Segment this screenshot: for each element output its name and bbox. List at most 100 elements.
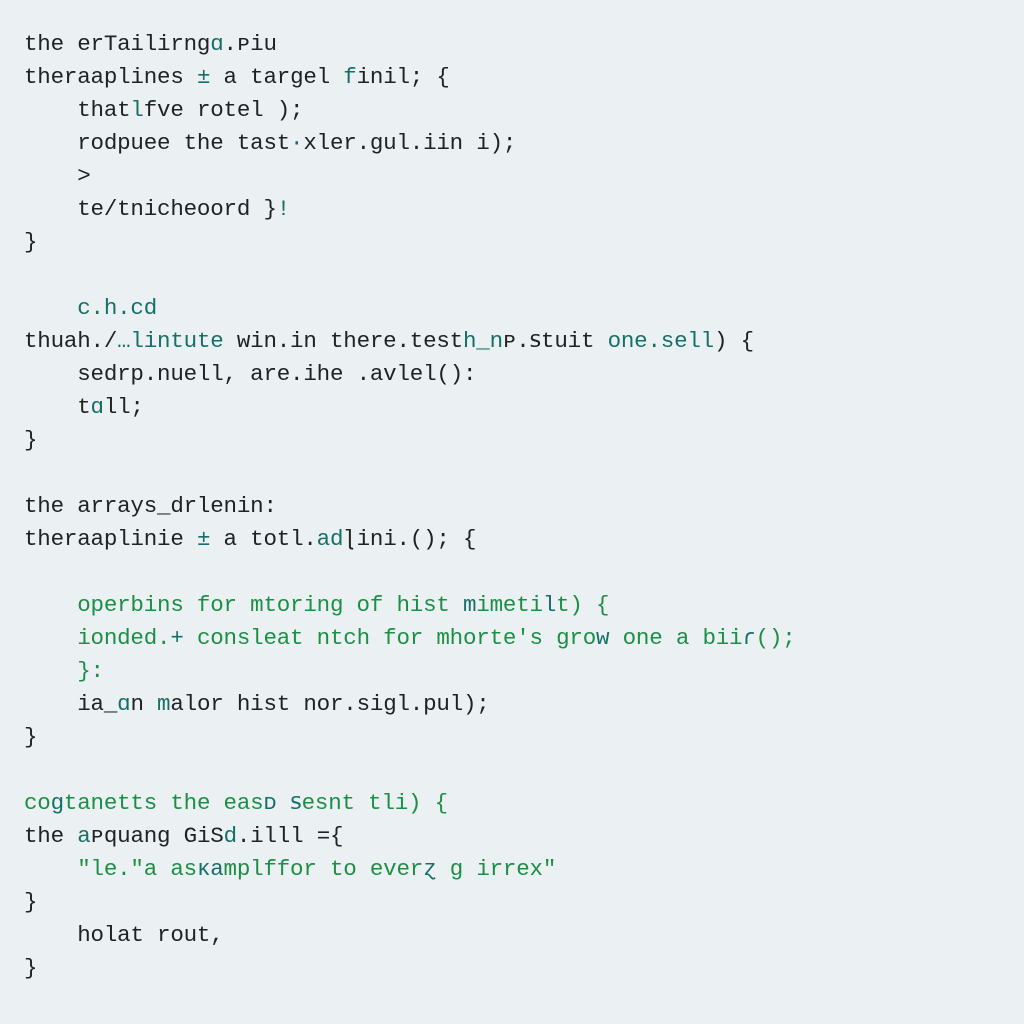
token-c2: g irrex"	[436, 856, 556, 882]
token-c1: ᴋa	[197, 856, 224, 882]
token-c1: one.sell	[608, 328, 714, 354]
token-c2: "le."a as	[24, 856, 197, 882]
code-line	[24, 754, 1000, 787]
code-line: operbins for mtoring of hist mimetilt) {	[24, 589, 1000, 622]
token-c0: win.in there.test	[224, 328, 463, 354]
token-c0: thuah./	[24, 328, 117, 354]
token-c1: ɑ	[210, 31, 223, 57]
token-c1: ±	[197, 64, 210, 90]
token-c1: ɑ	[91, 394, 104, 420]
code-line: }	[24, 952, 1000, 985]
token-c2: operbins for mtoring of hist	[24, 592, 463, 618]
token-c1: ·	[290, 130, 303, 156]
code-line: ia_ɑn malor hist nor.sigl.pul);	[24, 688, 1000, 721]
code-line: theraaplinie ± a totl.adɭini.(); {	[24, 523, 1000, 556]
token-c0: ᴩquang GiS	[91, 823, 224, 849]
token-c1: w	[596, 625, 609, 651]
token-c0: sedrp.nuell, are.ihe	[24, 361, 343, 387]
code-line: }:	[24, 655, 1000, 688]
token-c1: m	[157, 691, 170, 717]
token-c1: a	[77, 823, 90, 849]
token-c0: the	[24, 823, 77, 849]
token-c0: the erTailirng	[24, 31, 210, 57]
token-c1: ±	[197, 526, 210, 552]
token-c2: tanetts the eas	[64, 790, 264, 816]
code-line	[24, 985, 1000, 1018]
token-c1: ᴅ	[263, 790, 276, 816]
token-c2: }:	[24, 658, 104, 684]
token-c0: ɭini.(); {	[343, 526, 476, 552]
token-c0: }	[24, 724, 37, 750]
token-c0: ll;	[104, 394, 144, 420]
code-line: }	[24, 424, 1000, 457]
code-line: c.h.cd	[24, 292, 1000, 325]
token-c1: c.h.cd	[24, 295, 157, 321]
code-line: holat rout,	[24, 919, 1000, 952]
token-c1: m	[463, 592, 476, 618]
token-c0: a totl.	[210, 526, 316, 552]
token-c0: >	[24, 163, 91, 189]
code-line: }	[24, 886, 1000, 919]
token-c0: }	[24, 229, 37, 255]
token-c0: ia_	[24, 691, 117, 717]
token-c0: rodpuee the tast	[24, 130, 290, 156]
token-c1: ɀ	[423, 856, 436, 882]
code-line: rodpuee the tast·xler.gul.iin i);	[24, 127, 1000, 160]
code-line: the erTailirngɑ.ᴩiu	[24, 28, 1000, 61]
token-c1: d	[224, 823, 237, 849]
token-c2: ();	[756, 625, 796, 651]
code-line: trai..l///..ti fell:/iy you.	[24, 1018, 1000, 1024]
token-c0: theraaplinie	[24, 526, 197, 552]
token-c0: inil; {	[357, 64, 450, 90]
token-c2: ionded.	[24, 625, 170, 651]
code-line: ionded.+ consleat ntch for mhorte's grow…	[24, 622, 1000, 655]
code-line: thatlfve rotel );	[24, 94, 1000, 127]
token-c1: ad	[317, 526, 344, 552]
token-c0: ᴩ.ꜱtuit	[503, 328, 608, 354]
code-line	[24, 556, 1000, 589]
code-line: >	[24, 160, 1000, 193]
token-c1: f	[343, 64, 356, 90]
token-c0: that	[24, 97, 130, 123]
token-c1: !	[277, 196, 290, 222]
token-c1: ɡ	[51, 790, 64, 816]
code-line: sedrp.nuell, are.ihe .avlel():	[24, 358, 1000, 391]
code-line	[24, 457, 1000, 490]
token-c0: fve rotel );	[144, 97, 304, 123]
token-c1: l	[130, 97, 143, 123]
token-c1: ꜱ	[290, 790, 302, 816]
code-line	[24, 259, 1000, 292]
token-c1: ɑ	[117, 691, 130, 717]
code-line: "le."a asᴋamplffor to everɀ g irrex"	[24, 853, 1000, 886]
token-c2: esnt tli) {	[302, 790, 448, 816]
token-c1: h_n	[463, 328, 503, 354]
code-line: }	[24, 226, 1000, 259]
token-c0: }	[24, 889, 37, 915]
code-line: theraaplines ± a targel finil; {	[24, 61, 1000, 94]
token-c0: .avlel():	[357, 361, 477, 387]
code-editor-content: the erTailirngɑ.ᴩiutheraaplines ± a targ…	[0, 0, 1024, 1024]
code-line: thuah./…lintute win.in there.testh_nᴩ.ꜱt…	[24, 325, 1000, 358]
token-c0: the arrays_drlenin:	[24, 493, 277, 519]
token-c2: t) {	[556, 592, 609, 618]
token-c0: }	[24, 427, 37, 453]
token-c0: holat rout,	[24, 922, 224, 948]
code-line: the arrays_drlenin:	[24, 490, 1000, 523]
token-c0: ) {	[714, 328, 754, 354]
token-c1: …lintute	[117, 328, 223, 354]
code-line: }	[24, 721, 1000, 754]
token-c0: .illl ={	[237, 823, 343, 849]
token-c0: xler.gul.iin i);	[303, 130, 516, 156]
token-c1: ɾ	[742, 625, 755, 651]
token-c1: +	[170, 625, 183, 651]
token-c1: l	[543, 592, 556, 618]
token-c0: t	[24, 394, 91, 420]
token-c2	[277, 790, 290, 816]
token-c0: theraaplines	[24, 64, 197, 90]
token-c2: co	[24, 790, 51, 816]
token-c2: consleat ntch for mhorte's gro	[184, 625, 596, 651]
code-line: te/tnicheoord }!	[24, 193, 1000, 226]
token-c0: te/tnicheoord }	[24, 196, 277, 222]
token-c0: alor hist nor.sigl.pul);	[170, 691, 489, 717]
token-c2: mplffor to ever	[224, 856, 424, 882]
